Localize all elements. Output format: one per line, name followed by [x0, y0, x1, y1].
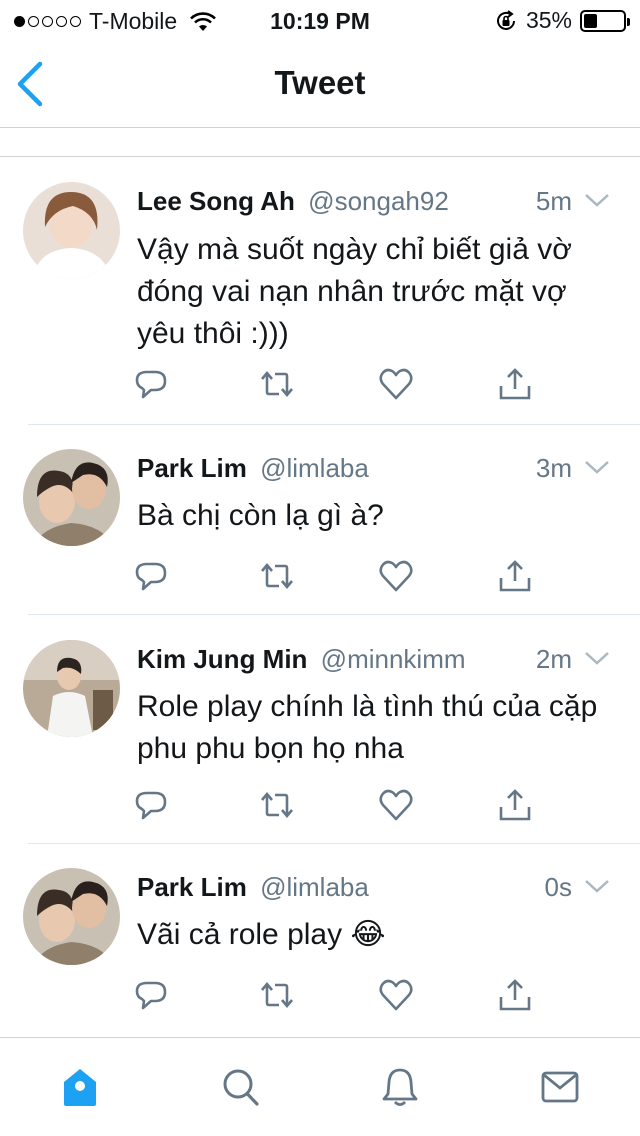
like-icon[interactable]: [378, 366, 414, 402]
chevron-down-icon[interactable]: [584, 648, 610, 668]
battery-icon: [580, 9, 630, 32]
tweet-header: Lee Song Ah @songah92 5m: [137, 186, 610, 220]
status-bar: T-Mobile 10:19 PM 35%: [0, 0, 640, 40]
reply-icon[interactable]: [133, 558, 169, 594]
share-icon[interactable]: [497, 977, 533, 1013]
author-handle[interactable]: @minnkimm: [321, 644, 466, 674]
tweet-text: Vậy mà suốt ngày chỉ biết giả vờ đóng va…: [137, 233, 572, 350]
page-title: Tweet: [274, 64, 366, 101]
battery-level: [584, 13, 598, 28]
tweet-header: Kim Jung Min @minnkimm 2m: [137, 644, 610, 678]
avatar[interactable]: [23, 449, 120, 546]
share-icon[interactable]: [497, 558, 533, 594]
tweet-item[interactable]: Park Lim @limlaba 0s Vãi cả role play 😂: [0, 844, 640, 1036]
tweet-header: Park Lim @limlaba 0s: [137, 872, 610, 906]
tweet-actions: [0, 366, 640, 406]
reply-icon[interactable]: [133, 366, 169, 402]
avatar[interactable]: [23, 868, 120, 965]
author-name[interactable]: Lee Song Ah: [137, 186, 295, 216]
tweet-actions: [0, 558, 640, 598]
tweet-item[interactable]: Park Lim @limlaba 3m Bà chị còn lạ gì à?: [0, 425, 640, 615]
like-icon[interactable]: [378, 787, 414, 823]
tweet-time: 5m: [535, 186, 572, 216]
retweet-icon[interactable]: [259, 558, 295, 594]
tweet-header: Park Lim @limlaba 3m: [137, 453, 610, 487]
orientation-lock-icon: [496, 9, 515, 30]
author-handle[interactable]: @songah92: [308, 186, 449, 216]
author-handle[interactable]: @limlaba: [260, 453, 369, 483]
author-name[interactable]: Park Lim: [137, 872, 247, 902]
tweet-text: Vãi cả role play 😂: [137, 918, 386, 951]
chevron-down-icon[interactable]: [584, 190, 610, 210]
retweet-icon[interactable]: [259, 977, 295, 1013]
retweet-icon[interactable]: [259, 366, 295, 402]
retweet-icon[interactable]: [259, 787, 295, 823]
tweet-text: Bà chị còn lạ gì à?: [137, 499, 384, 532]
battery-percent: 35%: [525, 7, 572, 33]
avatar-image: [23, 868, 120, 965]
search-icon[interactable]: [220, 1066, 260, 1108]
tweet-time: 2m: [535, 644, 572, 674]
home-icon[interactable]: [60, 1066, 100, 1108]
tweet-item[interactable]: Kim Jung Min @minnkimm 2m Role play chín…: [0, 615, 640, 844]
tweet-item[interactable]: Lee Song Ah @songah92 5m Vậy mà suốt ngà…: [0, 157, 640, 425]
nav-bar: Tweet: [0, 40, 640, 128]
chevron-down-icon[interactable]: [584, 457, 610, 477]
author-handle[interactable]: @limlaba: [260, 872, 369, 902]
avatar[interactable]: [23, 640, 120, 737]
reply-icon[interactable]: [133, 977, 169, 1013]
avatar-image: [23, 182, 120, 279]
author-name[interactable]: Park Lim: [137, 453, 247, 483]
chevron-down-icon[interactable]: [584, 876, 610, 896]
author-name[interactable]: Kim Jung Min: [137, 644, 307, 674]
tweet-text: Role play chính là tình thú của cặp phu …: [137, 690, 598, 765]
tweet-actions: [0, 977, 640, 1017]
share-icon[interactable]: [497, 366, 533, 402]
status-right: 35%: [494, 7, 630, 34]
share-icon[interactable]: [497, 787, 533, 823]
tab-bar: [0, 1037, 640, 1136]
like-icon[interactable]: [378, 977, 414, 1013]
tweet-actions: [0, 787, 640, 827]
notifications-icon[interactable]: [380, 1066, 420, 1108]
messages-icon[interactable]: [540, 1066, 580, 1108]
tweet-time: 3m: [535, 453, 572, 483]
avatar[interactable]: [23, 182, 120, 279]
reply-icon[interactable]: [133, 787, 169, 823]
avatar-image: [23, 640, 120, 737]
like-icon[interactable]: [378, 558, 414, 594]
avatar-image: [23, 449, 120, 546]
tweet-time: 0s: [544, 872, 572, 902]
